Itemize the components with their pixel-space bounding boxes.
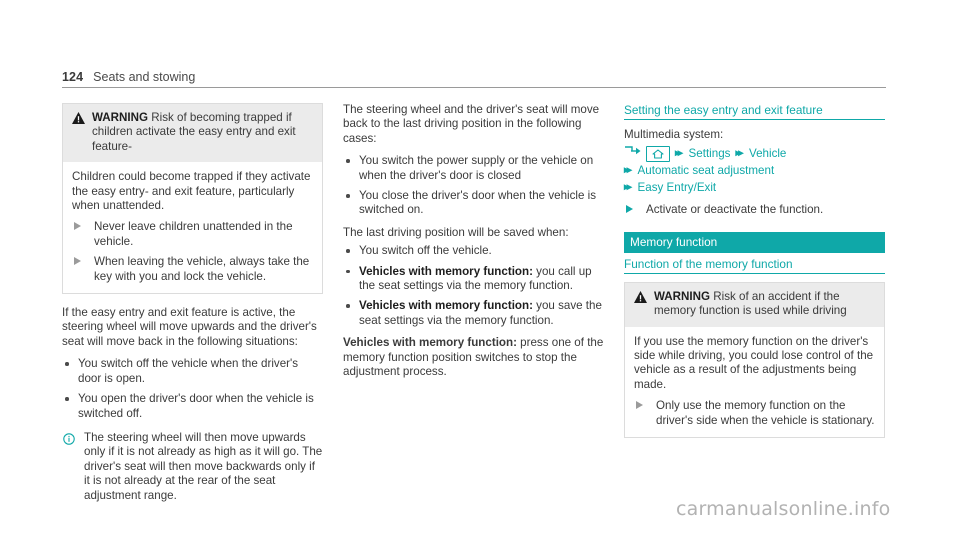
- warning-box-trapped: WARNING Risk of becoming trapped if chil…: [62, 103, 323, 295]
- content-columns: WARNING Risk of becoming trapped if chil…: [62, 103, 886, 503]
- list-item: Vehicles with memory function: you save …: [343, 299, 604, 328]
- bullet-dot-icon: [346, 269, 350, 274]
- warning-action-list: Only use the memory function on the driv…: [634, 399, 875, 428]
- arrow-right-icon: [624, 145, 641, 162]
- list-item: You switch off the vehicle when the driv…: [62, 357, 323, 386]
- action-triangle-icon: [74, 222, 81, 231]
- manual-page: 124 Seats and stowing WARNING Risk of be…: [0, 0, 960, 533]
- middle-intro-paragraph: The steering wheel and the driver's seat…: [343, 103, 600, 145]
- bullet-bold-lead: Vehicles with memory function:: [359, 264, 533, 278]
- left-intro-paragraph: If the easy entry and exit feature is ac…: [62, 306, 317, 348]
- action-triangle-icon: [636, 401, 643, 410]
- bullet-text: You switch the power supply or the vehic…: [359, 154, 594, 182]
- action-text: Only use the memory function on the driv…: [656, 399, 875, 427]
- bullet-dot-icon: [346, 194, 350, 198]
- warning-action-list: Never leave children unattended in the v…: [72, 220, 313, 284]
- multimedia-system-label: Multimedia system:: [624, 128, 724, 141]
- bullet-text: You switch off the vehicle when the driv…: [78, 357, 299, 385]
- warning-text: WARNING Risk of an accident if the memor…: [654, 290, 875, 319]
- list-item: You open the driver's door when the vehi…: [62, 392, 323, 421]
- closing-bold-lead: Vehicles with memory function:: [343, 336, 517, 350]
- page-number: 124: [62, 70, 84, 84]
- chevron-double-right-icon: ▸▸: [675, 147, 683, 160]
- bullet-bold-lead: Vehicles with memory function:: [359, 299, 533, 313]
- right-action-list: Activate or deactivate the function.: [624, 203, 885, 217]
- warning-body: Children could become trapped if they ac…: [63, 162, 322, 293]
- watermark: carmanualsonline.info: [676, 498, 891, 520]
- nav-item-vehicle[interactable]: Vehicle: [749, 145, 786, 162]
- bullet-text: You switch off the vehicle.: [359, 244, 492, 258]
- list-item: Only use the memory function on the driv…: [634, 399, 875, 428]
- warning-triangle-icon: [72, 111, 85, 124]
- warning-header: WARNING Risk of becoming trapped if chil…: [63, 104, 322, 163]
- list-item: You close the driver's door when the veh…: [343, 189, 604, 218]
- nav-item-automatic-seat-adjustment[interactable]: Automatic seat adjustment: [638, 162, 775, 179]
- chevron-double-right-icon: ▸▸: [735, 147, 743, 160]
- info-note: The steering wheel will then move upward…: [62, 431, 323, 503]
- action-triangle-icon: [74, 257, 81, 266]
- running-head: 124 Seats and stowing: [62, 70, 886, 88]
- action-triangle-icon: [626, 205, 633, 214]
- left-column: WARNING Risk of becoming trapped if chil…: [62, 103, 323, 503]
- action-text: Activate or deactivate the function.: [646, 203, 824, 217]
- list-item: Vehicles with memory function: you call …: [343, 265, 604, 294]
- warning-body-paragraph: If you use the memory function on the dr…: [634, 334, 874, 391]
- section-heading-setting: Setting the easy entry and exit feature: [624, 103, 885, 120]
- nav-path-line-3: ▸▸ Easy Entry/Exit: [624, 179, 885, 196]
- saved-bullet-list: You switch off the vehicle. Vehicles wit…: [343, 244, 604, 328]
- action-text: When leaving the vehicle, always take th…: [94, 255, 310, 283]
- info-icon: [63, 432, 75, 450]
- list-item: You switch the power supply or the vehic…: [343, 154, 604, 183]
- warning-box-memory: WARNING Risk of an accident if the memor…: [624, 281, 885, 439]
- warning-body: If you use the memory function on the dr…: [625, 327, 884, 437]
- warning-label: WARNING: [92, 111, 149, 124]
- right-column: Setting the easy entry and exit feature …: [624, 103, 885, 503]
- chevron-double-right-icon: ▸▸: [624, 164, 632, 177]
- action-text: Never leave children unattended in the v…: [94, 220, 293, 248]
- bullet-dot-icon: [346, 249, 350, 253]
- middle-bullet-list: You switch the power supply or the vehic…: [343, 154, 604, 218]
- memory-function-band: Memory function: [624, 231, 885, 253]
- warning-header: WARNING Risk of an accident if the memor…: [625, 282, 884, 327]
- home-icon[interactable]: [646, 145, 670, 162]
- middle-closing-paragraph: Vehicles with memory function: press one…: [343, 336, 604, 379]
- list-item: Never leave children unattended in the v…: [72, 220, 313, 249]
- nav-item-easy-entry-exit[interactable]: Easy Entry/Exit: [638, 179, 717, 196]
- bullet-text: You close the driver's door when the veh…: [359, 189, 597, 217]
- bullet-dot-icon: [65, 397, 69, 401]
- nav-item-settings[interactable]: Settings: [689, 145, 731, 162]
- chevron-double-right-icon: ▸▸: [624, 181, 632, 194]
- warning-body-paragraph: Children could become trapped if they ac…: [72, 170, 311, 213]
- nav-path-line-2: ▸▸ Automatic seat adjustment: [624, 162, 885, 179]
- bullet-dot-icon: [346, 304, 350, 308]
- section-heading-function: Function of the memory function: [624, 257, 885, 274]
- navigation-path: ▸▸ Settings ▸▸ Vehicle ▸▸ Automatic seat…: [624, 145, 885, 196]
- list-item: You switch off the vehicle.: [343, 244, 604, 258]
- list-item: When leaving the vehicle, always take th…: [72, 255, 313, 284]
- warning-label: WARNING: [654, 289, 711, 303]
- warning-triangle-icon: [634, 290, 647, 303]
- info-note-text: The steering wheel will then move upward…: [84, 430, 323, 502]
- list-item: Activate or deactivate the function.: [624, 203, 885, 217]
- bullet-text: You open the driver's door when the vehi…: [78, 392, 314, 420]
- left-bullet-list: You switch off the vehicle when the driv…: [62, 357, 323, 421]
- saved-intro-paragraph: The last driving position will be saved …: [343, 225, 569, 239]
- bullet-dot-icon: [346, 159, 350, 163]
- middle-column: The steering wheel and the driver's seat…: [343, 103, 604, 503]
- nav-path-line-1: ▸▸ Settings ▸▸ Vehicle: [624, 145, 885, 162]
- warning-text: WARNING Risk of becoming trapped if chil…: [92, 111, 313, 154]
- bullet-dot-icon: [65, 362, 69, 366]
- chapter-title: Seats and stowing: [93, 70, 196, 84]
